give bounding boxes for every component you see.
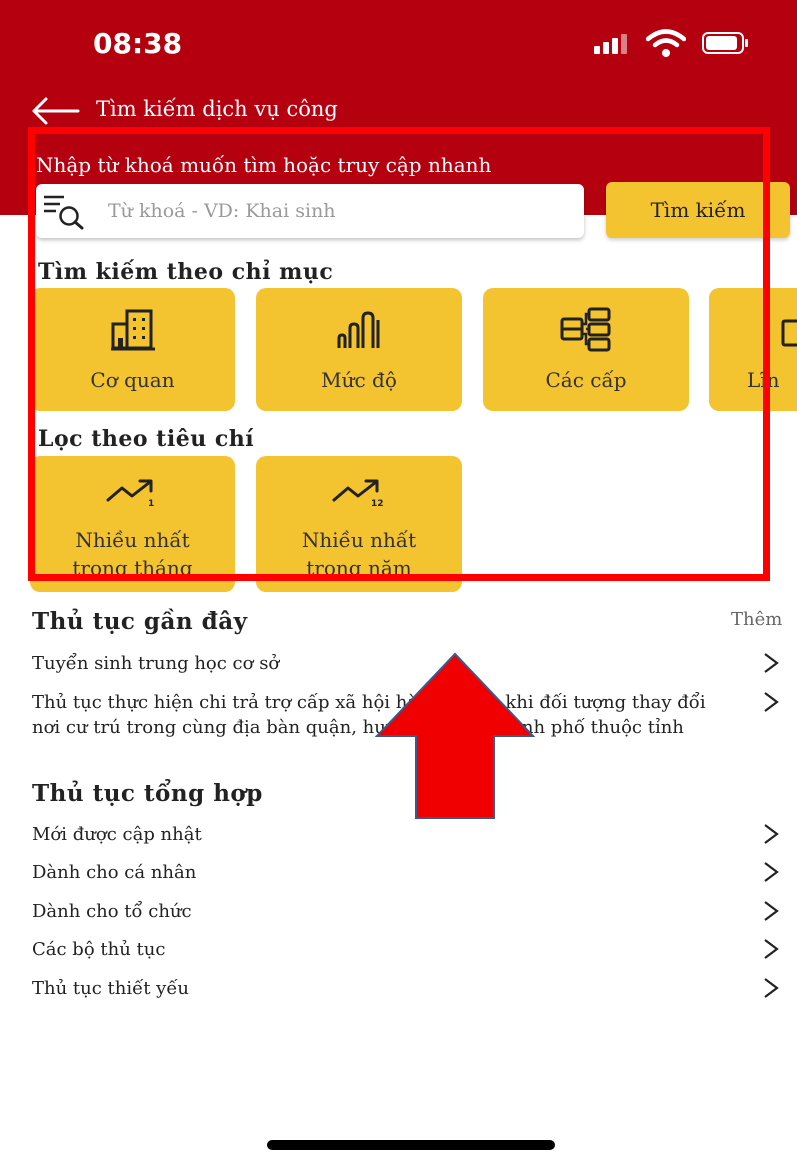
status-time: 08:38 (93, 27, 183, 60)
trend-12-icon: 12 (332, 479, 384, 508)
tile-cac-cap[interactable]: Các cấp (483, 288, 689, 411)
field-icon (781, 319, 797, 347)
tile-label: Cơ quan (90, 368, 175, 392)
page-title: Tìm kiếm dịch vụ công (96, 97, 338, 121)
back-arrow-icon[interactable] (30, 96, 82, 126)
search-button[interactable]: Tìm kiếm (606, 182, 790, 238)
search-input[interactable] (106, 192, 580, 230)
list-item-label: Mới được cập nhật (32, 824, 202, 845)
list-item-label: Dành cho tổ chức (32, 901, 192, 922)
list-item-label: Dành cho cá nhân (32, 862, 197, 883)
list-item[interactable]: Mới được cập nhật (32, 822, 772, 847)
battery-icon (702, 32, 748, 54)
wifi-icon (646, 29, 686, 57)
index-section-title: Tìm kiếm theo chỉ mục (38, 259, 334, 285)
signal-icon (594, 34, 628, 54)
list-item[interactable]: Dành cho cá nhân (32, 860, 772, 885)
chevron-right-icon[interactable] (762, 652, 780, 674)
more-link[interactable]: Thêm (731, 609, 782, 630)
list-item[interactable]: Thủ tục thiết yếu (32, 976, 772, 1001)
tile-label: Lĩn (747, 368, 780, 392)
search-box[interactable] (36, 184, 584, 238)
tile-label-line1: Nhiều nhất (75, 528, 190, 552)
tile-label-line2: trong năm (306, 556, 412, 580)
list-item-label: Thủ tục thiết yếu (32, 978, 189, 999)
tile-linh-vuc[interactable]: Lĩn (709, 288, 797, 411)
filter-search-icon[interactable] (42, 192, 86, 230)
building-icon (110, 309, 155, 351)
tile-label: Mức độ (321, 368, 397, 392)
search-hint: Nhập từ khoá muốn tìm hoặc truy cập nhan… (36, 153, 492, 177)
list-item-label: Các bộ thủ tục (32, 939, 166, 960)
hierarchy-icon (560, 307, 611, 352)
tile-co-quan[interactable]: Cơ quan (30, 288, 235, 411)
up-arrow-annotation-icon (374, 652, 536, 819)
tile-most-in-year[interactable]: 12 Nhiều nhất trong năm (256, 456, 462, 592)
chevron-right-icon[interactable] (762, 823, 780, 845)
home-indicator (267, 1140, 555, 1150)
filter-section-title: Lọc theo tiêu chí (38, 426, 255, 452)
tile-label-line2: trong tháng (72, 556, 193, 580)
list-item[interactable]: Dành cho tổ chức (32, 899, 772, 924)
chevron-right-icon[interactable] (762, 938, 780, 960)
tile-most-in-month[interactable]: 1 Nhiều nhất trong tháng (30, 456, 235, 592)
chevron-right-icon[interactable] (762, 977, 780, 999)
list-item[interactable]: Các bộ thủ tục (32, 937, 772, 962)
trend-badge: 12 (371, 499, 384, 508)
tile-label-line1: Nhiều nhất (301, 528, 417, 552)
tile-muc-do[interactable]: Mức độ (256, 288, 462, 411)
trend-1-icon: 1 (106, 479, 154, 508)
trend-badge: 1 (148, 499, 154, 508)
chevron-right-icon[interactable] (762, 691, 780, 713)
recent-section-title: Thủ tục gần đây (32, 608, 248, 635)
chevron-right-icon[interactable] (762, 861, 780, 883)
bar-level-icon (337, 311, 380, 348)
general-section-title: Thủ tục tổng hợp (32, 780, 263, 807)
tile-label: Các cấp (545, 368, 627, 392)
chevron-right-icon[interactable] (762, 900, 780, 922)
